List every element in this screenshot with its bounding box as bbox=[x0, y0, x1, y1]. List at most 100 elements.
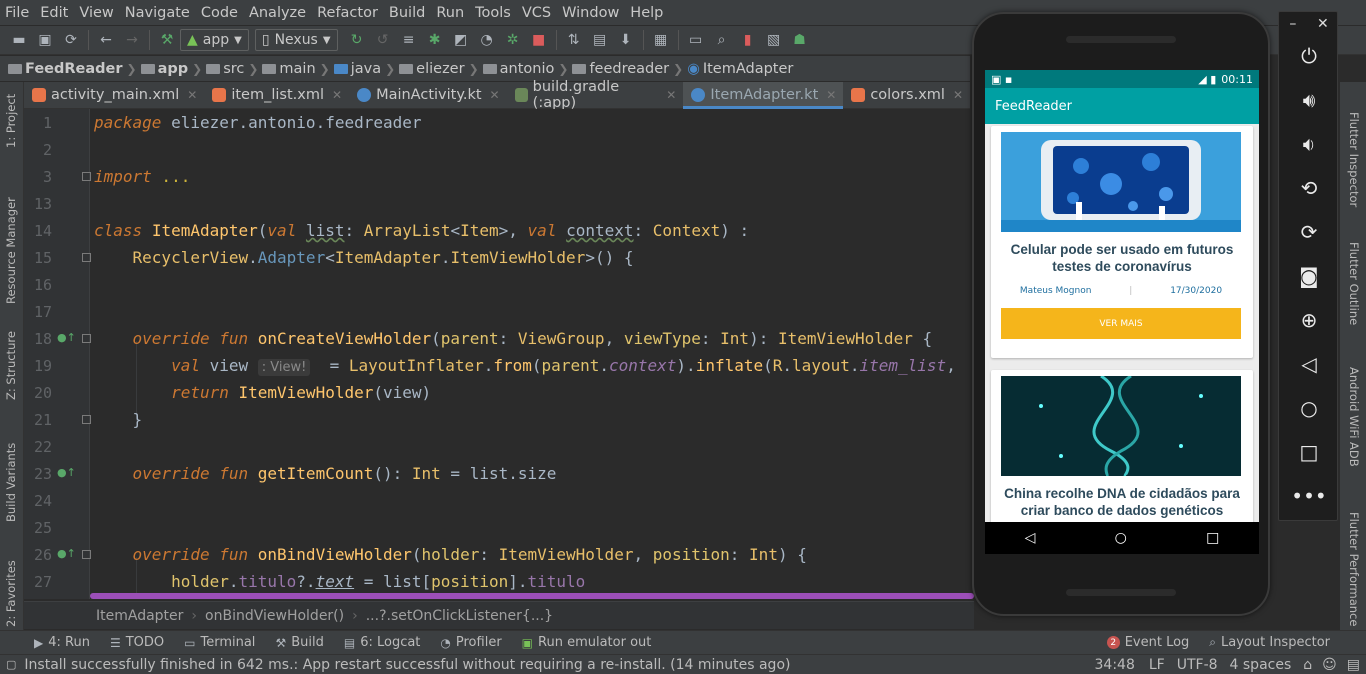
line-separator[interactable]: LF bbox=[1149, 657, 1165, 673]
close-icon[interactable]: ✕ bbox=[826, 88, 836, 102]
tool-build-variants[interactable]: Build Variants bbox=[4, 443, 18, 522]
volume-up-icon[interactable]: 🔊︎ bbox=[1279, 88, 1339, 112]
apply-changes-icon[interactable]: ↻ bbox=[344, 28, 370, 52]
tab-build-gradle[interactable]: build.gradle (:app) ✕ bbox=[507, 79, 684, 111]
tool-todo[interactable]: ☰ TODO bbox=[100, 635, 174, 650]
news-card[interactable]: Celular pode ser usado em futuros testes… bbox=[991, 126, 1253, 358]
breadcrumb-item-src[interactable]: src bbox=[206, 61, 244, 77]
editor-crumb-class[interactable]: ItemAdapter bbox=[96, 608, 183, 624]
tool-run[interactable]: ▶ 4: Run bbox=[0, 635, 100, 650]
terminal-icon[interactable]: ▭ bbox=[683, 28, 709, 52]
run-tests-icon[interactable]: ≡ bbox=[396, 28, 422, 52]
editor-crumb-lambda[interactable]: ...?.setOnClickListener{...} bbox=[366, 608, 553, 624]
device-select[interactable]: ▯ Nexus ▼ bbox=[254, 29, 338, 51]
tab-activity-main-xml[interactable]: activity_main.xml ✕ bbox=[24, 82, 204, 108]
open-folder-icon[interactable]: ▬ bbox=[6, 28, 32, 52]
home-icon[interactable]: ○ bbox=[1279, 396, 1339, 420]
tool-build[interactable]: ⚒ Build bbox=[265, 635, 333, 650]
tool-layout-inspector[interactable]: ⌕ Layout Inspector bbox=[1199, 635, 1366, 650]
tool-run-emulator-out[interactable]: ▣ Run emulator out bbox=[512, 635, 662, 650]
breadcrumb-item-app[interactable]: app bbox=[140, 61, 188, 77]
indent-setting[interactable]: 4 spaces bbox=[1230, 657, 1292, 673]
more-icon[interactable]: ••• bbox=[1279, 484, 1339, 508]
fold-toggle[interactable] bbox=[82, 172, 91, 181]
tool-flutter-performance[interactable]: Flutter Performance bbox=[1347, 512, 1361, 626]
tool-android-wifi-adb[interactable]: Android WiFi ADB bbox=[1347, 367, 1361, 467]
forward-icon[interactable]: → bbox=[119, 28, 145, 52]
close-icon[interactable]: ✕ bbox=[953, 88, 963, 102]
lock-icon[interactable]: ⌂ bbox=[1303, 657, 1312, 673]
close-icon[interactable]: ✕ bbox=[187, 88, 197, 102]
code-editor[interactable]: 1 2 3 13 14 15 16 17 18 19 20 21 22 23 2… bbox=[24, 109, 974, 599]
nav-recents-icon[interactable]: □ bbox=[1206, 530, 1219, 546]
layout-icon[interactable]: ▧ bbox=[761, 28, 787, 52]
tool-flutter-outline[interactable]: Flutter Outline bbox=[1347, 242, 1361, 325]
sync-gradle-icon[interactable]: ⇅ bbox=[561, 28, 587, 52]
override-gutter-icon[interactable]: ●↑ bbox=[57, 547, 76, 560]
menu-edit[interactable]: Edit bbox=[35, 5, 74, 21]
tool-event-log[interactable]: 2 Event Log bbox=[1097, 635, 1200, 650]
back-icon[interactable]: ← bbox=[93, 28, 119, 52]
tool-favorites[interactable]: 2: Favorites bbox=[4, 560, 18, 627]
tool-resource-manager[interactable]: Resource Manager bbox=[4, 197, 18, 304]
notifications-icon[interactable]: ▤ bbox=[1347, 657, 1360, 673]
fold-toggle[interactable] bbox=[82, 415, 91, 424]
fold-toggle[interactable] bbox=[82, 550, 91, 559]
menu-help[interactable]: Help bbox=[625, 5, 669, 21]
project-structure-icon[interactable]: ▦ bbox=[648, 28, 674, 52]
search-icon[interactable]: ⌕ bbox=[709, 28, 735, 52]
close-icon[interactable]: ✕ bbox=[490, 88, 500, 102]
breadcrumb-item-java[interactable]: java bbox=[333, 61, 381, 77]
profile-icon[interactable]: ◔ bbox=[474, 28, 500, 52]
status-toggle-icon[interactable]: ▢ bbox=[6, 658, 16, 671]
camera-icon[interactable]: ◙ bbox=[1279, 264, 1339, 288]
menu-file[interactable]: File bbox=[0, 5, 35, 21]
android-robot-icon[interactable]: ☗ bbox=[787, 28, 813, 52]
device-screen[interactable]: ▣ ▪ ◢ ▮ 00:11 FeedReader Celular pode ser… bbox=[985, 70, 1259, 554]
horizontal-scrollbar[interactable] bbox=[90, 593, 974, 599]
minimize-icon[interactable]: – bbox=[1289, 16, 1296, 32]
inspector-icon[interactable]: ☺ bbox=[1322, 657, 1337, 673]
sync-icon[interactable]: ⟳ bbox=[58, 28, 84, 52]
menu-code[interactable]: Code bbox=[196, 5, 244, 21]
tab-item-list-xml[interactable]: item_list.xml ✕ bbox=[204, 82, 349, 108]
menu-build[interactable]: Build bbox=[384, 5, 431, 21]
apply-code-changes-icon[interactable]: ↺ bbox=[370, 28, 396, 52]
breadcrumb-item-antonio[interactable]: antonio bbox=[482, 61, 554, 77]
tool-project[interactable]: 1: Project bbox=[4, 94, 18, 148]
menu-run[interactable]: Run bbox=[431, 5, 470, 21]
nav-back-icon[interactable]: ◁ bbox=[1025, 530, 1036, 546]
avd-manager-icon[interactable]: ▤ bbox=[587, 28, 613, 52]
volume-down-icon[interactable]: 🔉︎ bbox=[1279, 132, 1339, 156]
status-message[interactable]: Install successfully finished in 642 ms.… bbox=[24, 657, 790, 673]
override-gutter-icon[interactable]: ●↑ bbox=[57, 466, 76, 479]
breadcrumb-item-feedreader[interactable]: feedreader bbox=[572, 61, 669, 77]
menu-vcs[interactable]: VCS bbox=[517, 5, 557, 21]
news-card[interactable]: China recolhe DNA de cidadãos para criar… bbox=[991, 370, 1253, 530]
debug-icon[interactable]: ✱ bbox=[422, 28, 448, 52]
zoom-icon[interactable]: ⊕ bbox=[1279, 308, 1339, 332]
breadcrumb-item-project[interactable]: FeedReader bbox=[8, 61, 123, 77]
editor-crumb-method[interactable]: onBindViewHolder() bbox=[205, 608, 344, 624]
sdk-manager-icon[interactable]: ⬇ bbox=[613, 28, 639, 52]
fold-toggle[interactable] bbox=[82, 253, 91, 262]
tool-logcat[interactable]: ▤ 6: Logcat bbox=[334, 635, 431, 650]
make-project-hammer-icon[interactable]: ⚒ bbox=[154, 28, 180, 52]
device-file-explorer-icon[interactable]: ▮ bbox=[735, 28, 761, 52]
run-configuration-select[interactable]: ▲ app ▼ bbox=[180, 29, 249, 51]
tool-profiler[interactable]: ◔ Profiler bbox=[430, 635, 511, 650]
tool-flutter-inspector[interactable]: Flutter Inspector bbox=[1347, 112, 1361, 207]
attach-debugger-icon[interactable]: ✲ bbox=[500, 28, 526, 52]
power-icon[interactable]: ⏻ bbox=[1279, 44, 1339, 68]
file-encoding[interactable]: UTF-8 bbox=[1177, 657, 1218, 673]
tab-itemadapter-kt[interactable]: ItemAdapter.kt ✕ bbox=[683, 82, 844, 109]
overview-icon[interactable]: □ bbox=[1279, 440, 1339, 464]
menu-tools[interactable]: Tools bbox=[470, 5, 517, 21]
menu-view[interactable]: View bbox=[74, 5, 119, 21]
rotate-left-icon[interactable]: ⟲ bbox=[1279, 176, 1339, 200]
menu-analyze[interactable]: Analyze bbox=[244, 5, 312, 21]
nav-home-icon[interactable]: ○ bbox=[1115, 530, 1127, 546]
tab-mainactivity-kt[interactable]: MainActivity.kt ✕ bbox=[349, 82, 507, 108]
tab-colors-xml[interactable]: colors.xml ✕ bbox=[843, 82, 970, 108]
breadcrumb-item-itemadapter[interactable]: ◉ ItemAdapter bbox=[687, 61, 793, 77]
